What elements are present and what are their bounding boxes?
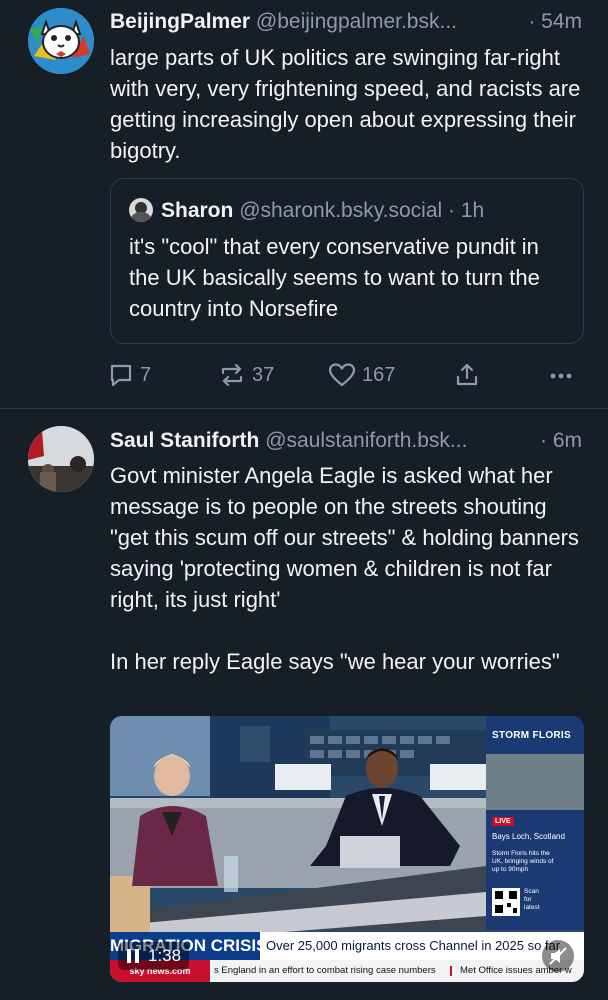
quote-author-name: Sharon bbox=[161, 199, 234, 222]
more-options-button[interactable] bbox=[548, 360, 574, 390]
post-text: large parts of UK politics are swinging … bbox=[110, 45, 587, 163]
reply-button[interactable]: 7 bbox=[108, 360, 151, 390]
post-header: BeijingPalmer @beijingpalmer.bsk... bbox=[110, 7, 457, 37]
author-name[interactable]: BeijingPalmer bbox=[110, 10, 250, 33]
post-header: Saul Staniforth @saulstaniforth.bsk... bbox=[110, 426, 467, 456]
reply-count: 7 bbox=[140, 363, 152, 386]
avatar[interactable] bbox=[28, 8, 94, 74]
video-time: 1:38 bbox=[148, 946, 182, 965]
share-button[interactable] bbox=[454, 360, 480, 390]
qr-code bbox=[492, 888, 520, 916]
avatar[interactable] bbox=[28, 426, 94, 492]
pause-icon[interactable] bbox=[126, 948, 140, 964]
post-actions: 7 37 167 bbox=[108, 360, 578, 390]
video-embed[interactable]: STORM FLORIS LIVE Bays Loch, Scotland St… bbox=[110, 716, 584, 982]
quote-time: · 1h bbox=[448, 199, 485, 222]
repost-button[interactable]: 37 bbox=[218, 360, 274, 390]
storm-location: Bays Loch, Scotland bbox=[492, 832, 565, 841]
live-badge: LIVE bbox=[492, 817, 514, 826]
like-count: 167 bbox=[362, 363, 396, 386]
video-playback-controls: 1:38 bbox=[118, 942, 190, 970]
more-horizontal-icon bbox=[550, 373, 572, 379]
like-button[interactable]: 167 bbox=[328, 360, 395, 390]
ticker-separator bbox=[450, 966, 452, 976]
share-icon bbox=[456, 363, 478, 386]
quote-header: Sharon @sharonk.bsky.social · 1h bbox=[129, 197, 484, 225]
repost-icon bbox=[221, 363, 243, 387]
storm-title: STORM FLORIS bbox=[492, 730, 571, 741]
post-time: · 54m bbox=[528, 10, 582, 33]
quoted-post[interactable]: Sharon @sharonk.bsky.social · 1h it's "c… bbox=[110, 178, 584, 344]
mute-button[interactable] bbox=[542, 940, 574, 972]
reply-icon bbox=[110, 364, 132, 387]
post-text: Govt minister Angela Eagle is asked what… bbox=[110, 463, 579, 674]
quote-text: it's "cool" that every conservative pund… bbox=[129, 234, 540, 321]
storm-description: Storm Floris hits the UK, bringing winds… bbox=[492, 850, 554, 873]
author-handle[interactable]: @saulstaniforth.bsk... bbox=[265, 429, 467, 452]
scan-text: Scan for latest bbox=[524, 888, 540, 911]
quote-author-handle: @sharonk.bsky.social bbox=[239, 199, 443, 222]
repost-count: 37 bbox=[252, 363, 275, 386]
author-handle[interactable]: @beijingpalmer.bsk... bbox=[256, 10, 457, 33]
protest-photo-avatar-icon bbox=[28, 426, 94, 492]
storm-side-panel: STORM FLORIS LIVE Bays Loch, Scotland St… bbox=[486, 716, 584, 930]
author-name[interactable]: Saul Staniforth bbox=[110, 429, 259, 452]
post-time: · 6m bbox=[540, 429, 582, 452]
storm-photo bbox=[486, 754, 584, 810]
cat-avatar-icon bbox=[28, 8, 94, 74]
quote-avatar bbox=[129, 198, 153, 222]
banner-headline: Over 25,000 migrants cross Channel in 20… bbox=[266, 938, 561, 953]
speaker-muted-icon bbox=[549, 947, 567, 965]
ticker-item-1: s England in an effort to combat rising … bbox=[214, 965, 436, 976]
post-beijingpalmer[interactable]: BeijingPalmer @beijingpalmer.bsk... · 54… bbox=[0, 0, 608, 408]
heart-icon bbox=[328, 363, 356, 387]
